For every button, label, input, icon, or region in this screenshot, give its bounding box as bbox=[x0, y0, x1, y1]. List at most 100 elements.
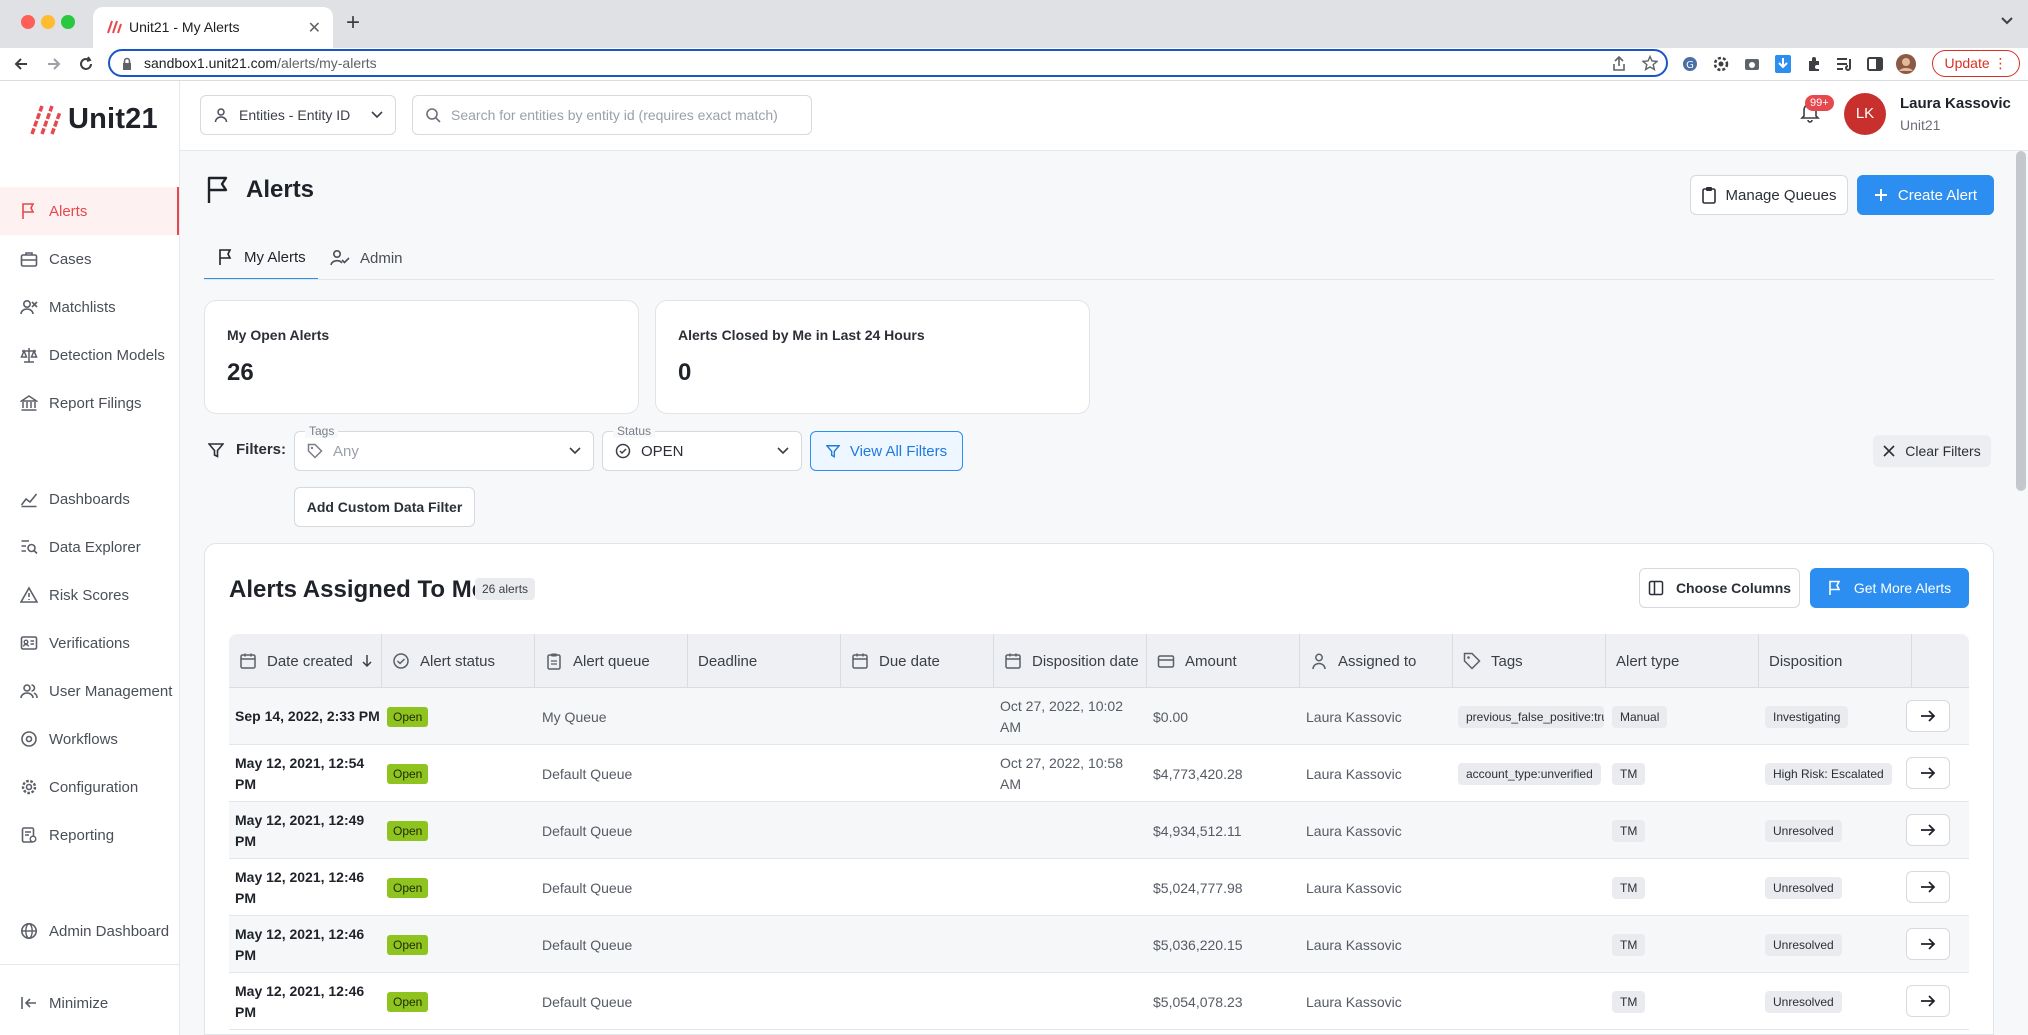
entity-search-input[interactable]: Search for entities by entity id (requir… bbox=[412, 95, 812, 135]
tab-admin[interactable]: Admin bbox=[330, 236, 420, 280]
add-custom-data-filter-button[interactable]: Add Custom Data Filter bbox=[294, 487, 475, 527]
get-more-alerts-button[interactable]: Get More Alerts bbox=[1810, 568, 1969, 608]
view-all-filters-label: View All Filters bbox=[849, 442, 948, 460]
back-icon[interactable] bbox=[13, 56, 29, 72]
address-bar[interactable]: sandbox1.unit21.com/alerts/my-alerts bbox=[108, 49, 1668, 77]
column-header-alert-queue[interactable]: Alert queue bbox=[535, 634, 688, 688]
minimize-sidebar-button[interactable]: Minimize bbox=[0, 979, 179, 1027]
table-row[interactable]: May 12, 2021, 12:54 PM Open Default Queue… bbox=[229, 745, 1969, 802]
amount-value: $5,024,777.98 bbox=[1153, 879, 1243, 896]
table-row[interactable]: May 12, 2021, 12:46 PM Open Default Queue… bbox=[229, 859, 1969, 916]
table-row[interactable]: May 12, 2021, 12:49 PM Open Default Queue… bbox=[229, 802, 1969, 859]
sidebar-item-reporting[interactable]: Reporting bbox=[0, 811, 179, 859]
column-header-amount[interactable]: Amount bbox=[1147, 634, 1300, 688]
sidebar-item-dashboards[interactable]: Dashboards bbox=[0, 475, 179, 523]
sidebar-item-alerts[interactable]: Alerts bbox=[0, 187, 179, 235]
clear-filters-button[interactable]: Clear Filters bbox=[1873, 435, 1991, 467]
table-row[interactable]: May 12, 2021, 12:46 PM Open Default Queue… bbox=[229, 916, 1969, 973]
tab-my-alerts[interactable]: My Alerts bbox=[204, 236, 318, 280]
sidebar-item-report-filings[interactable]: Report Filings bbox=[0, 379, 179, 427]
new-tab-button[interactable]: + bbox=[346, 11, 360, 35]
tag-chip[interactable]: previous_false_positive:tru bbox=[1458, 705, 1604, 728]
sidebar-item-data-explorer[interactable]: Data Explorer bbox=[0, 523, 179, 571]
url-text: sandbox1.unit21.com/alerts/my-alerts bbox=[144, 55, 377, 71]
open-alert-button[interactable] bbox=[1906, 928, 1950, 960]
sidebar-item-cases[interactable]: Cases bbox=[0, 235, 179, 283]
sort-down-icon[interactable] bbox=[361, 654, 373, 668]
column-label: Deadline bbox=[698, 652, 758, 670]
manage-queues-button[interactable]: Manage Queues bbox=[1690, 175, 1848, 215]
extension-download-icon[interactable] bbox=[1775, 55, 1791, 73]
stat-label: My Open Alerts bbox=[227, 327, 330, 343]
unit21-logo[interactable]: Unit21 bbox=[28, 103, 158, 136]
close-tab-icon[interactable]: ✕ bbox=[308, 18, 321, 38]
table-row[interactable]: May 12, 2021, 12:46 PM Open Default Queue… bbox=[229, 973, 1969, 1030]
browser-update-button[interactable]: Update ⋮ bbox=[1932, 50, 2020, 77]
column-header-date-created[interactable]: Date created bbox=[229, 634, 382, 688]
user-name[interactable]: Laura Kassovic bbox=[1900, 95, 2011, 112]
sidebar-item-detection-models[interactable]: Detection Models bbox=[0, 331, 179, 379]
open-alert-button[interactable] bbox=[1906, 814, 1950, 846]
sidebar-item-matchlists[interactable]: Matchlists bbox=[0, 283, 179, 331]
column-header-alert-status[interactable]: Alert status bbox=[382, 634, 535, 688]
view-all-filters-button[interactable]: View All Filters bbox=[810, 431, 963, 471]
sidebar-item-configuration[interactable]: Configuration bbox=[0, 763, 179, 811]
column-header-deadline[interactable]: Deadline bbox=[688, 634, 841, 688]
extensions-puzzle-icon[interactable] bbox=[1806, 56, 1822, 72]
disposition-date-line1: Oct 27, 2022, 10:58 bbox=[1000, 754, 1123, 771]
column-header-due-date[interactable]: Due date bbox=[841, 634, 994, 688]
sidebar-item-user-management[interactable]: User Management bbox=[0, 667, 179, 715]
calendar-icon bbox=[239, 652, 257, 670]
tag-chip[interactable]: account_type:unverified bbox=[1458, 762, 1601, 785]
choose-columns-button[interactable]: Choose Columns bbox=[1639, 568, 1800, 608]
open-alert-button[interactable] bbox=[1906, 700, 1950, 732]
sidebar-item-label: Admin Dashboard bbox=[49, 922, 170, 940]
reload-icon[interactable] bbox=[78, 56, 94, 72]
minimize-window-button[interactable] bbox=[41, 15, 55, 29]
create-alert-button[interactable]: Create Alert bbox=[1857, 175, 1994, 215]
sidebar: Unit21 Alerts Cases Matchlists Detection… bbox=[0, 81, 180, 1035]
site-info-icon[interactable] bbox=[120, 57, 134, 71]
disposition-chip: Unresolved bbox=[1765, 876, 1842, 899]
table-row[interactable]: Sep 14, 2022, 2:33 PM Open My Queue Oct … bbox=[229, 688, 1969, 745]
app-header: Entities - Entity ID Search for entities… bbox=[180, 81, 2028, 151]
tab-search-icon[interactable] bbox=[2000, 14, 2014, 28]
side-panel-icon[interactable] bbox=[1867, 56, 1883, 72]
extension-gear-icon[interactable] bbox=[1713, 56, 1729, 72]
column-header-disposition[interactable]: Disposition bbox=[1759, 634, 1912, 688]
sidebar-item-verifications[interactable]: Verifications bbox=[0, 619, 179, 667]
alert-queue-value: Default Queue bbox=[542, 879, 633, 896]
date-created-cell: May 12, 2021, 12:46 PM bbox=[235, 916, 385, 973]
bookmark-star-icon[interactable] bbox=[1642, 55, 1658, 71]
sidebar-item-risk-scores[interactable]: Risk Scores bbox=[0, 571, 179, 619]
open-alert-button[interactable] bbox=[1906, 757, 1950, 789]
entity-type-select[interactable]: Entities - Entity ID bbox=[200, 95, 396, 135]
open-alert-button[interactable] bbox=[1906, 871, 1950, 903]
share-icon[interactable] bbox=[1612, 56, 1626, 72]
reading-list-icon[interactable] bbox=[1836, 56, 1854, 72]
extension-icon[interactable]: G bbox=[1682, 56, 1698, 72]
flag-icon bbox=[20, 202, 38, 220]
page-scrollbar[interactable] bbox=[2016, 151, 2026, 491]
column-header-tags[interactable]: Tags bbox=[1453, 634, 1606, 688]
sidebar-item-admin-dashboard[interactable]: Admin Dashboard bbox=[0, 907, 179, 955]
profile-avatar-icon[interactable] bbox=[1896, 54, 1916, 74]
open-alert-button[interactable] bbox=[1906, 985, 1950, 1017]
tags-filter-select[interactable]: Tags Any bbox=[294, 424, 594, 471]
date-created-line1: May 12, 2021, 12:54 bbox=[235, 754, 365, 771]
date-created-line1: Sep 14, 2022, 2:33 PM bbox=[235, 708, 380, 724]
close-window-button[interactable] bbox=[21, 15, 35, 29]
sidebar-item-label: Cases bbox=[49, 250, 92, 268]
user-avatar[interactable]: LK bbox=[1844, 93, 1886, 135]
zoom-window-button[interactable] bbox=[61, 15, 75, 29]
column-header-assigned-to[interactable]: Assigned to bbox=[1300, 634, 1453, 688]
extension-camera-icon[interactable] bbox=[1744, 56, 1760, 72]
status-filter-select[interactable]: Status OPEN bbox=[602, 424, 802, 471]
amount-value: $0.00 bbox=[1153, 708, 1189, 725]
amount-value: $5,036,220.15 bbox=[1153, 936, 1243, 953]
browser-tab[interactable]: Unit21 - My Alerts ✕ bbox=[93, 7, 333, 48]
column-header-alert-type[interactable]: Alert type bbox=[1606, 634, 1759, 688]
column-header-disposition-date[interactable]: Disposition date bbox=[994, 634, 1147, 688]
sidebar-item-workflows[interactable]: Workflows bbox=[0, 715, 179, 763]
forward-icon[interactable] bbox=[46, 56, 62, 72]
